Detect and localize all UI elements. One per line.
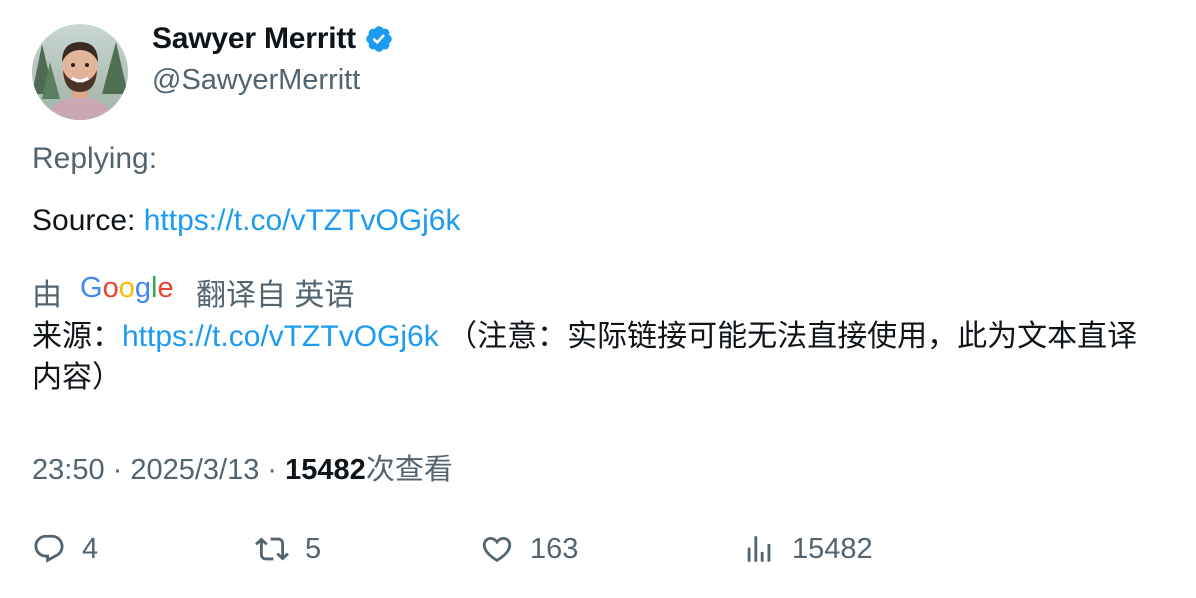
replying-label: Replying: bbox=[32, 142, 158, 175]
retweet-icon bbox=[255, 537, 289, 561]
views-label: 次查看 bbox=[365, 454, 453, 486]
author-handle[interactable]: @SawyerMerritt bbox=[152, 64, 360, 97]
google-logo[interactable]: Google bbox=[80, 271, 178, 313]
avatar[interactable] bbox=[32, 24, 128, 120]
translated-text: 来源：https://t.co/vTZTvOGj6k （注意：实际链接可能无法直… bbox=[32, 316, 1162, 398]
translation-source-language: 翻译自 英语 bbox=[196, 279, 355, 312]
translated-label: 来源： bbox=[32, 320, 122, 353]
svg-text:Google: Google bbox=[80, 272, 174, 304]
source-label: Source: bbox=[32, 204, 144, 237]
retweet-button[interactable]: 5 bbox=[255, 532, 321, 566]
reply-icon bbox=[34, 534, 64, 563]
source-link[interactable]: https://t.co/vTZTvOGj6k bbox=[144, 204, 461, 237]
views-count: 15482 bbox=[285, 454, 366, 486]
translation-prefix: 由 bbox=[32, 279, 62, 312]
like-icon bbox=[482, 536, 512, 562]
tweet-meta: 23:50 · 2025/3/13 · 15482次查看 bbox=[32, 446, 453, 488]
views-icon bbox=[747, 536, 771, 562]
like-count: 163 bbox=[530, 532, 579, 565]
reply-count: 4 bbox=[82, 532, 99, 565]
views-action-count: 15482 bbox=[792, 532, 873, 565]
like-button[interactable]: 163 bbox=[480, 532, 578, 566]
meta-separator: · bbox=[259, 454, 286, 486]
tweet-time[interactable]: 23:50 bbox=[32, 454, 105, 486]
translated-link[interactable]: https://t.co/vTZTvOGj6k bbox=[122, 320, 439, 353]
reply-button[interactable]: 4 bbox=[32, 532, 98, 566]
tweet-text: Source: https://t.co/vTZTvOGj6k bbox=[32, 204, 460, 238]
author-name-row[interactable]: Sawyer Merritt bbox=[152, 22, 394, 56]
meta-separator: · bbox=[104, 454, 131, 486]
tweet-date[interactable]: 2025/3/13 bbox=[130, 454, 259, 486]
translation-attribution: 由 Google 翻译自 英语 bbox=[32, 270, 354, 314]
retweet-count: 5 bbox=[305, 532, 322, 565]
verified-badge-icon bbox=[364, 24, 394, 54]
action-bar: 4 5 163 15482 bbox=[32, 532, 1162, 572]
author-name[interactable]: Sawyer Merritt bbox=[152, 22, 356, 56]
views-button[interactable]: 15482 bbox=[742, 532, 873, 566]
avatar-image bbox=[32, 24, 128, 120]
